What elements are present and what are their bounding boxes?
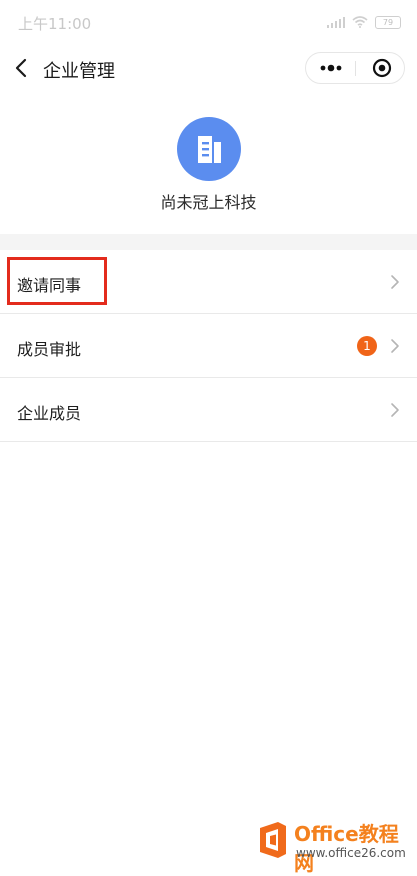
company-logo [177,117,241,181]
section-gap [0,234,417,250]
more-button[interactable] [306,53,356,83]
signal-icon [326,16,345,28]
pending-count-badge: 1 [357,336,377,356]
page-title: 企业管理 [43,61,115,82]
nav-bar: 企业管理 [0,44,417,92]
back-button[interactable] [8,54,36,82]
mini-program-capsule [305,52,405,84]
menu-item-label: 邀请同事 [17,276,82,295]
close-button[interactable] [356,53,404,83]
watermark: Office教程网 www.office26.com [250,816,417,875]
close-target-icon [372,58,392,78]
status-bar: 上午11:00 79 [0,0,417,44]
chevron-right-icon [391,275,399,289]
battery-icon: 79 [375,15,401,29]
menu-item-invite-colleague[interactable]: 邀请同事 [0,250,417,314]
status-time: 上午11:00 [18,15,92,33]
menu-item-label: 企业成员 [17,404,82,423]
building-icon [198,136,221,163]
menu-item-company-members[interactable]: 企业成员 [0,378,417,442]
more-dots-icon [320,64,342,72]
menu-item-member-approval[interactable]: 成员审批 1 [0,314,417,378]
menu-list: 邀请同事 成员审批 1 企业成员 [0,250,417,442]
company-name: 尚未冠上科技 [160,193,257,212]
office-logo-icon [260,822,286,858]
watermark-url: www.office26.com [296,846,406,860]
chevron-right-icon [391,339,399,353]
chevron-right-icon [391,403,399,417]
status-icons: 79 [326,15,401,29]
back-arrow-icon [15,58,27,78]
menu-item-label: 成员审批 [17,340,82,359]
wifi-icon [352,16,368,28]
